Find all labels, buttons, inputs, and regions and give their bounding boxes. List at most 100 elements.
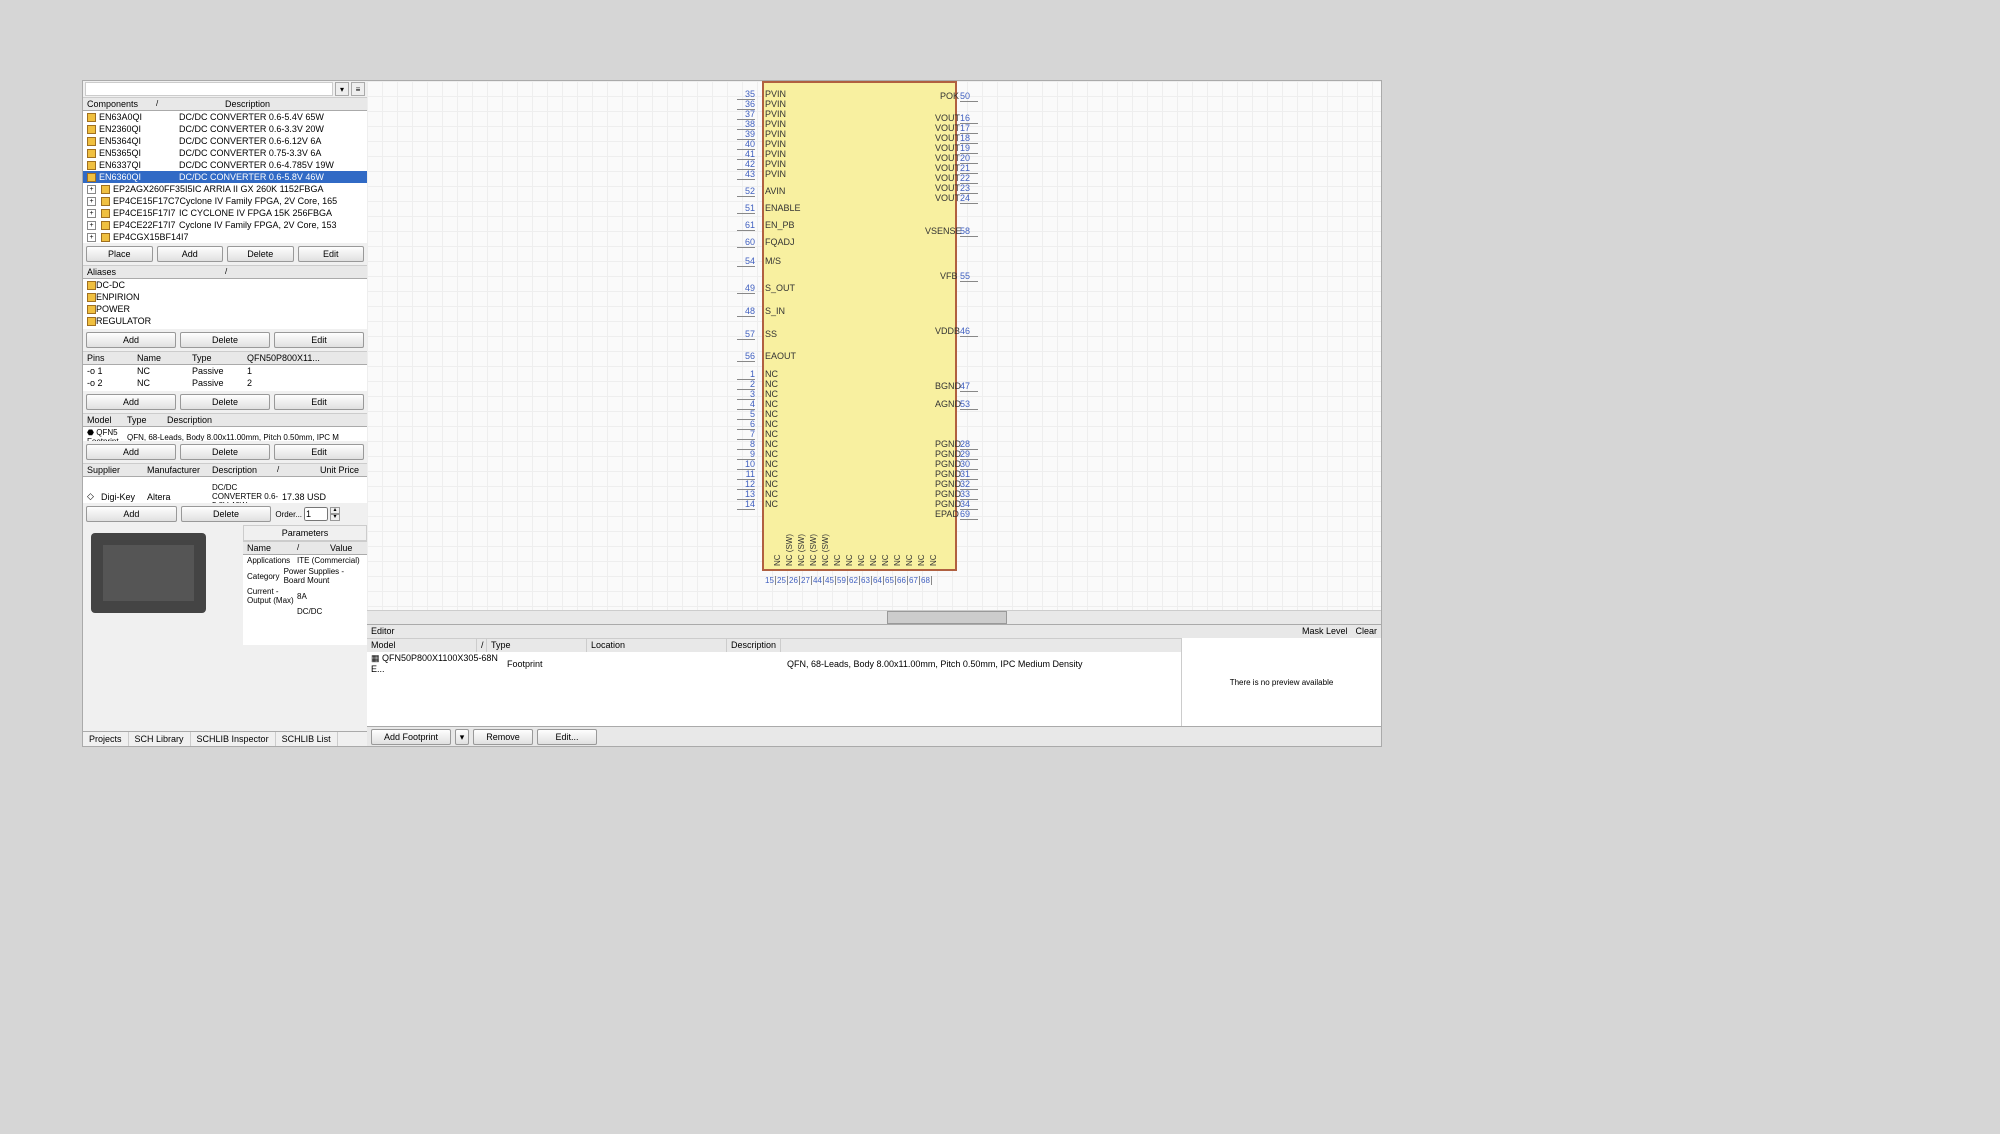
order-qty-input[interactable] [304, 507, 328, 521]
comp-add-button[interactable]: Add [157, 246, 224, 262]
param-row[interactable]: CategoryPower Supplies - Board Mount [243, 566, 367, 586]
comp-edit-button[interactable]: Edit [298, 246, 365, 262]
qty-down[interactable]: ▾ [330, 514, 340, 521]
pin-name: NC [765, 459, 778, 469]
pin-row[interactable]: -o 2NCPassive2 [83, 377, 367, 389]
component-row[interactable]: EN6337QIDC/DC CONVERTER 0.6-4.785V 19W [83, 159, 367, 171]
schematic-symbol [762, 81, 957, 571]
remove-button[interactable]: Remove [473, 729, 533, 745]
pin-name: NC [765, 379, 778, 389]
add-footprint-dropdown[interactable]: ▾ [455, 729, 469, 745]
model-edit-button[interactable]: Edit [274, 444, 364, 460]
pin-name: NC [765, 369, 778, 379]
pin-number: 43 [737, 169, 755, 180]
pin-name: ENABLE [765, 203, 801, 213]
pin-name: PGND [935, 439, 961, 449]
pin-row[interactable]: -o 1NCPassive1 [83, 365, 367, 377]
tab-schlib-inspector[interactable]: SCHLIB Inspector [191, 732, 276, 746]
component-row[interactable]: EN5364QIDC/DC CONVERTER 0.6-6.12V 6A [83, 135, 367, 147]
tab-sch-library[interactable]: SCH Library [129, 732, 191, 746]
comp-delete-button[interactable]: Delete [227, 246, 294, 262]
schematic-canvas[interactable]: U? EN6360QI 35PVIN36PVIN37PVIN38PVIN39PV… [367, 81, 1381, 610]
pin-number: 64 [873, 576, 884, 585]
pin-name: NC [765, 389, 778, 399]
pin-name: AGND [935, 399, 961, 409]
pin-name: PVIN [765, 129, 786, 139]
alias-row[interactable]: POWER [83, 303, 367, 315]
editor-title: Editor [371, 626, 395, 637]
aliases-list[interactable]: DC-DC ENPIRION POWER REGULATOR [83, 279, 367, 329]
component-row[interactable]: +EP4CE15F17C7Cyclone IV Family FPGA, 2V … [83, 195, 367, 207]
pin-name: EN_PB [765, 220, 795, 230]
pin-name: NC [765, 479, 778, 489]
pin-number: 45 [825, 576, 836, 585]
mask-level-button[interactable]: Mask Level [1302, 626, 1348, 637]
supplier-add-button[interactable]: Add [86, 506, 177, 522]
pin-name: NC [929, 554, 938, 566]
component-row[interactable]: EN63A0QIDC/DC CONVERTER 0.6-5.4V 65W [83, 111, 367, 123]
pin-name: NC [765, 469, 778, 479]
editor-list[interactable]: ▦ QFN50P800X1100X305-68N E... Footprint … [367, 652, 1181, 726]
alias-row[interactable]: REGULATOR [83, 315, 367, 327]
param-row[interactable]: Current - Output (Max)8A [243, 586, 367, 606]
component-row[interactable]: EN5365QIDC/DC CONVERTER 0.75-3.3V 6A [83, 147, 367, 159]
pin-name: NC [765, 499, 778, 509]
pin-name: NC (SW) [785, 534, 794, 566]
pin-name: VOUT [935, 143, 960, 153]
clear-button[interactable]: Clear [1355, 626, 1377, 637]
edit-button[interactable]: Edit... [537, 729, 597, 745]
tab-schlib-list[interactable]: SCHLIB List [276, 732, 338, 746]
pin-name: PVIN [765, 109, 786, 119]
pin-number: 46 [960, 326, 978, 337]
pin-number: 26 [789, 576, 800, 585]
component-row[interactable]: EN6360QIDC/DC CONVERTER 0.6-5.8V 46W [83, 171, 367, 183]
supplier-delete-button[interactable]: Delete [181, 506, 272, 522]
filter-input[interactable] [85, 82, 333, 96]
model-list[interactable]: ⬣ QFN5 FootprintQFN, 68-Leads, Body 8.00… [83, 427, 367, 441]
pin-name: NC [765, 409, 778, 419]
h-scrollbar[interactable] [367, 610, 1381, 624]
pin-name: AVIN [765, 186, 785, 196]
pin-name: BGND [935, 381, 961, 391]
pin-name: NC [833, 554, 842, 566]
tab-projects[interactable]: Projects [83, 732, 129, 746]
pins-add-button[interactable]: Add [86, 394, 176, 410]
component-row[interactable]: +EP4CGX15BF14I7 [83, 231, 367, 243]
param-row[interactable]: DC/DC [243, 606, 367, 617]
param-row[interactable]: ApplicationsITE (Commercial) [243, 555, 367, 566]
pin-name: VSENSE [925, 226, 962, 236]
pin-number: 59 [837, 576, 848, 585]
pin-number: 62 [849, 576, 860, 585]
alias-edit-button[interactable]: Edit [274, 332, 364, 348]
pin-name: EAOUT [765, 351, 796, 361]
supplier-list[interactable]: ◇ Digi-Key Altera DC/DC CONVERTER 0.6-5.… [83, 477, 367, 503]
alias-row[interactable]: DC-DC [83, 279, 367, 291]
right-panel: U? EN6360QI 35PVIN36PVIN37PVIN38PVIN39PV… [367, 81, 1381, 746]
comp-place-button[interactable]: Place [86, 246, 153, 262]
pins-header: Pins Name Type QFN50P800X11... [83, 351, 367, 365]
pins-delete-button[interactable]: Delete [180, 394, 270, 410]
menu-button[interactable]: ≡ [351, 82, 365, 96]
qty-up[interactable]: ▴ [330, 507, 340, 514]
add-footprint-button[interactable]: Add Footprint [371, 729, 451, 745]
alias-add-button[interactable]: Add [86, 332, 176, 348]
pins-edit-button[interactable]: Edit [274, 394, 364, 410]
dropdown-toggle[interactable]: ▾ [335, 82, 349, 96]
parameters-title: Parameters [243, 525, 367, 541]
component-row[interactable]: +EP2AGX260FF35I5IC ARRIA II GX 260K 1152… [83, 183, 367, 195]
alias-delete-button[interactable]: Delete [180, 332, 270, 348]
alias-row[interactable]: ENPIRION [83, 291, 367, 303]
component-row[interactable]: +EP4CE22F17I7Cyclone IV Family FPGA, 2V … [83, 219, 367, 231]
parameters-list[interactable]: ApplicationsITE (Commercial)CategoryPowe… [243, 555, 367, 645]
components-list[interactable]: EN63A0QIDC/DC CONVERTER 0.6-5.4V 65WEN23… [83, 111, 367, 243]
component-row[interactable]: +EP4CE15F17I7IC CYCLONE IV FPGA 15K 256F… [83, 207, 367, 219]
pin-name: NC [905, 554, 914, 566]
pin-number: 67 [909, 576, 920, 585]
pins-list[interactable]: -o 1NCPassive1-o 2NCPassive2 [83, 365, 367, 391]
component-row[interactable]: EN2360QIDC/DC CONVERTER 0.6-3.3V 20W [83, 123, 367, 135]
model-add-button[interactable]: Add [86, 444, 176, 460]
pin-number: 47 [960, 381, 978, 392]
model-delete-button[interactable]: Delete [180, 444, 270, 460]
pin-name: NC [917, 554, 926, 566]
preview-pane: There is no preview available [1181, 638, 1381, 726]
